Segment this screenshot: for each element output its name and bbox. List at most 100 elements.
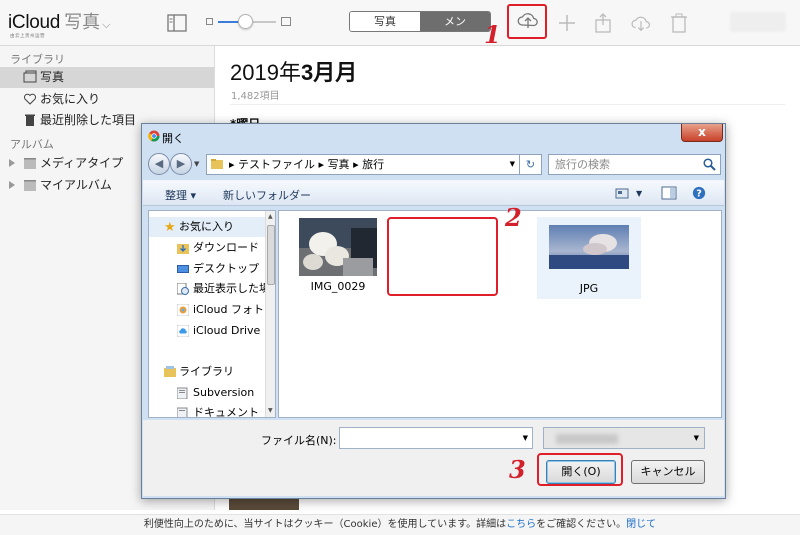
app-brand[interactable]: iCloud 写真 ⌵ (8, 8, 110, 34)
view-options-icon[interactable] (615, 186, 631, 200)
navigation-pane: ★ お気に入り ダウンロード デスクトップ 最近表示した場 iCloud フォト… (148, 210, 276, 418)
photos-icon (23, 70, 37, 83)
title-month: 3月月 (300, 60, 358, 85)
share-icon[interactable] (592, 12, 614, 34)
zoom-slider-knob[interactable] (238, 14, 253, 29)
sidebar-item-label: メディアタイプ (40, 156, 124, 170)
scroll-up-icon[interactable]: ▲ (268, 213, 273, 220)
tree-item-label: Subversion (193, 386, 255, 399)
tree-item-label: お気に入り (179, 220, 234, 233)
icloud-drive-icon (177, 325, 189, 337)
view-dropdown-icon[interactable]: ▼ (636, 189, 642, 198)
sidebar-header-albums: アルバム (10, 138, 54, 151)
filename-dropdown-icon[interactable]: ▼ (523, 434, 528, 442)
dialog-footer: ファイル名(N): ▼ ▼ 開く(O) キャンセル (143, 420, 724, 496)
page-title: 2019年3月月 (230, 55, 357, 87)
sidebar-item-photos[interactable]: 写真 (0, 67, 214, 88)
back-button[interactable]: ◀ (148, 153, 170, 175)
cookie-details-link[interactable]: こちら (506, 519, 536, 530)
tree-item-subversion[interactable]: Subversion (149, 383, 265, 403)
image-thumbnail (549, 225, 629, 269)
heart-icon (23, 93, 37, 105)
file-item[interactable]: IMG_0029 (296, 218, 380, 302)
file-type-select[interactable]: ▼ (543, 427, 705, 449)
search-icon[interactable] (703, 158, 716, 171)
zoom-out-icon[interactable] (206, 18, 213, 25)
account-menu[interactable] (730, 12, 786, 32)
zoom-in-icon[interactable] (281, 17, 291, 26)
file-name: JPG (579, 282, 599, 295)
new-folder-button[interactable]: 新しいフォルダー (223, 187, 311, 203)
address-dropdown-icon[interactable]: ▼ (510, 155, 515, 174)
cancel-button[interactable]: キャンセル (631, 460, 705, 484)
disclosure-triangle-icon[interactable] (9, 159, 15, 167)
open-file-dialog: 開く x ◀ ▶ ▼ ▸ テストファイル ▸ 写真 ▸ 旅行 ▼ ↻ 旅行の検索… (141, 123, 726, 499)
tree-item-label: ドキュメント (193, 406, 259, 418)
upload-cloud-icon[interactable] (516, 8, 540, 32)
breadcrumb-item[interactable]: テストファイル (238, 158, 315, 171)
tree-item-label: デスクトップ (193, 262, 259, 275)
star-icon: ★ (164, 220, 176, 235)
folder-icon (24, 180, 36, 191)
scroll-down-icon[interactable]: ▼ (268, 407, 273, 414)
title-year: 2019年 (230, 60, 301, 85)
tree-item-icloud-drive[interactable]: iCloud Drive (149, 321, 265, 341)
segment-photos[interactable]: 写真 (350, 12, 420, 31)
tree-item-label: ライブラリ (179, 365, 234, 378)
cookie-close-link[interactable]: 閉じて (626, 519, 656, 530)
icloud-toolbar: iCloud 写真 ⌵ 由云上贵州运营 写真 メン (0, 0, 800, 46)
navigation-scrollbar[interactable]: ▲ ▼ (265, 211, 275, 417)
close-button[interactable]: x (681, 124, 723, 142)
library-folder-icon (177, 387, 188, 399)
sidebar-header-library: ライブラリ (10, 53, 65, 66)
file-type-dropdown-icon[interactable]: ▼ (694, 434, 699, 442)
breadcrumb-item[interactable]: 旅行 (362, 158, 384, 171)
navigation-bar: ◀ ▶ ▼ ▸ テストファイル ▸ 写真 ▸ 旅行 ▼ ↻ 旅行の検索 (148, 153, 721, 177)
trash-icon[interactable] (668, 12, 690, 34)
sidebar-item-favorites[interactable]: お気に入り (0, 89, 214, 110)
step-number-2: 2 (505, 203, 522, 232)
file-list-pane: IMG_0029 JPG (278, 210, 722, 418)
tree-item-desktop[interactable]: デスクトップ (149, 259, 265, 279)
forward-button[interactable]: ▶ (170, 153, 192, 175)
tree-item-downloads[interactable]: ダウンロード (149, 238, 265, 258)
tree-item-documents[interactable]: ドキュメント (149, 403, 265, 418)
sidebar-item-label: 写真 (40, 70, 65, 84)
scrollbar-thumb[interactable] (267, 225, 275, 285)
tree-item-icloud-photos[interactable]: iCloud フォト (149, 300, 265, 320)
download-cloud-icon[interactable] (630, 12, 652, 34)
downloads-folder-icon (177, 244, 189, 254)
sidebar-toggle-icon[interactable] (166, 12, 188, 34)
view-segmented-control[interactable]: 写真 メン (349, 11, 491, 32)
disclosure-triangle-icon[interactable] (9, 181, 15, 189)
segment-memories[interactable]: メン (420, 12, 490, 31)
desktop-icon (177, 265, 189, 273)
file-item-selected[interactable]: JPG (537, 217, 641, 299)
tree-item-label: 最近表示した場 (193, 282, 265, 295)
brand-subtitle: 由云上贵州运营 (10, 34, 45, 39)
trash-icon (25, 114, 35, 126)
tree-item-favorites[interactable]: ★ お気に入り (149, 217, 265, 237)
address-bar[interactable]: ▸ テストファイル ▸ 写真 ▸ 旅行 ▼ (206, 154, 520, 175)
cookie-text-after: をご確認ください。 (536, 519, 627, 530)
breadcrumb-item[interactable]: 写真 (328, 158, 350, 171)
tree-item-recent[interactable]: 最近表示した場 (149, 279, 265, 299)
add-icon[interactable] (556, 12, 578, 34)
cookie-text: 利便性向上のために、当サイトはクッキー（Cookie）を使用しています。詳細は (143, 519, 507, 530)
help-icon[interactable]: ? (691, 186, 707, 200)
filename-input[interactable]: ▼ (339, 427, 533, 449)
sidebar-item-label: マイアルバム (40, 178, 112, 192)
step-number-3: 3 (509, 455, 526, 484)
recent-locations-icon[interactable]: ▼ (194, 160, 199, 168)
sidebar-item-label: 最近削除した項目 (40, 113, 137, 127)
divider (230, 104, 785, 105)
tree-item-libraries[interactable]: ライブラリ (149, 362, 265, 382)
refresh-icon[interactable]: ↻ (520, 154, 542, 175)
icloud-logo-text: iCloud (8, 12, 61, 33)
recent-places-icon (177, 283, 189, 295)
search-placeholder: 旅行の検索 (555, 158, 610, 171)
command-bar: 整理 ▾ 新しいフォルダー ▼ ? (143, 180, 724, 206)
organize-button[interactable]: 整理 ▾ (165, 187, 196, 203)
preview-pane-icon[interactable] (661, 186, 677, 200)
search-input[interactable]: 旅行の検索 (548, 154, 721, 175)
